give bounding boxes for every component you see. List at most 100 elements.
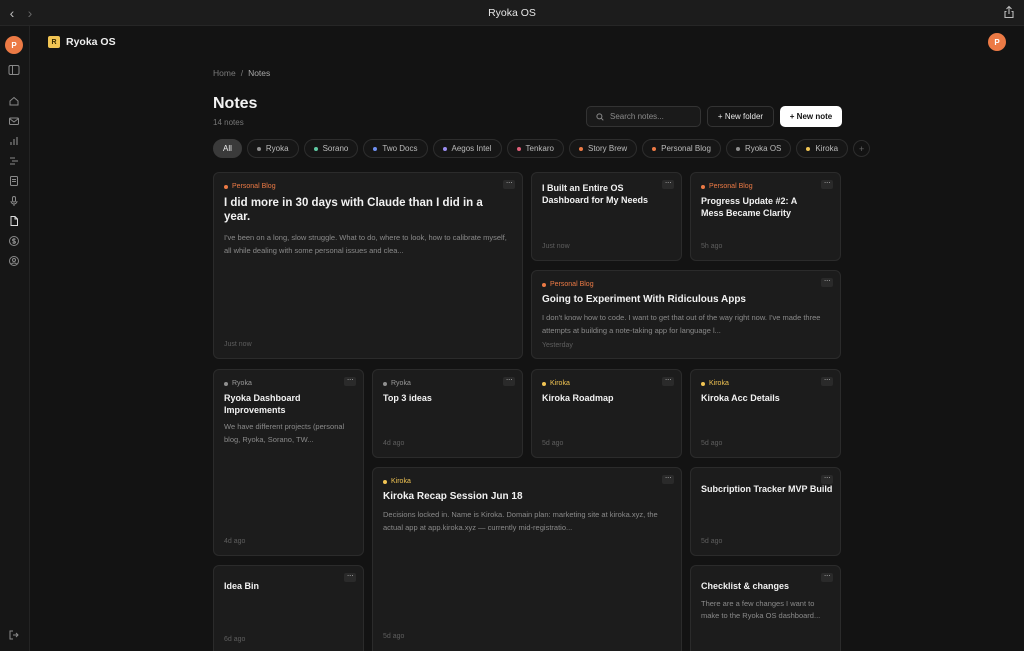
note-card[interactable]: Ryoka Top 3 ideas 4d ago ··· (372, 369, 523, 458)
note-excerpt: I've been on a long, slow struggle. What… (224, 233, 507, 255)
mail-icon[interactable] (8, 115, 20, 127)
note-tag-label: Kiroka (391, 478, 411, 485)
logout-icon[interactable] (8, 629, 20, 641)
note-card[interactable]: Personal Blog I did more in 30 days with… (213, 172, 523, 359)
note-excerpt: There are a few changes I want to make t… (701, 598, 821, 621)
note-menu-icon[interactable]: ··· (344, 376, 356, 386)
note-card[interactable]: Checklist & changes There are a few chan… (690, 565, 841, 651)
filter-dot (442, 146, 447, 151)
tag-dot (542, 381, 546, 386)
note-card[interactable]: Kiroka Kiroka Roadmap 5d ago ··· (531, 369, 682, 458)
share-icon[interactable] (1002, 5, 1016, 19)
note-menu-icon[interactable]: ··· (503, 376, 515, 386)
rail-avatar[interactable]: P (5, 36, 23, 54)
sidebar-toggle-icon[interactable] (8, 64, 20, 76)
filter-tenkaro[interactable]: Tenkaro (506, 139, 564, 158)
note-count: 14 notes (213, 118, 244, 127)
note-card[interactable]: Idea Bin 6d ago ··· (213, 565, 364, 651)
app-brand[interactable]: R Ryoka OS (48, 36, 116, 48)
note-menu-icon[interactable]: ··· (821, 572, 833, 582)
note-tag-label: Ryoka (391, 380, 411, 387)
note-time: 4d ago (383, 440, 405, 447)
filter-label: Ryoka OS (744, 144, 782, 153)
note-menu-icon[interactable]: ··· (821, 474, 833, 484)
search-input[interactable] (610, 112, 690, 121)
add-filter-icon[interactable]: + (853, 140, 871, 157)
note-time: 5d ago (701, 538, 723, 545)
tag-dot (383, 381, 387, 386)
note-excerpt: I don't know how to code. I want to get … (542, 313, 821, 335)
note-tag-label: Kiroka (550, 380, 570, 387)
note-tag-label: Personal Blog (709, 183, 753, 190)
note-menu-icon[interactable]: ··· (662, 376, 674, 386)
filter-label: All (223, 144, 232, 153)
filter-story-brew[interactable]: Story Brew (569, 139, 638, 158)
notes-icon[interactable] (8, 215, 20, 227)
filter-label: Ryoka (265, 144, 289, 153)
home-icon[interactable] (8, 95, 20, 107)
tasks-icon[interactable] (8, 155, 20, 167)
note-menu-icon[interactable]: ··· (821, 179, 833, 189)
note-card[interactable]: Subcription Tracker MVP Build 5d ago ··· (690, 467, 841, 556)
filter-kiroka[interactable]: Kiroka (796, 139, 849, 158)
dollar-icon[interactable] (8, 235, 20, 247)
filter-label: Aegos Intel (451, 144, 492, 153)
note-tag: Kiroka (542, 380, 671, 387)
filter-sorano[interactable]: Sorano (303, 139, 359, 158)
note-menu-icon[interactable]: ··· (344, 572, 356, 582)
microphone-icon[interactable] (8, 195, 20, 207)
page-title: Notes (213, 95, 258, 112)
new-note-button[interactable]: + New note (780, 106, 842, 127)
note-card[interactable]: Personal Blog Going to Experiment With R… (531, 270, 841, 359)
filter-personal-blog[interactable]: Personal Blog (642, 139, 721, 158)
new-folder-button[interactable]: + New folder (707, 106, 774, 127)
note-menu-icon[interactable]: ··· (662, 474, 674, 484)
note-card[interactable]: Kiroka Kiroka Acc Details 5d ago ··· (690, 369, 841, 458)
note-title: Kiroka Acc Details (701, 393, 780, 403)
note-tag-label: Personal Blog (232, 183, 276, 190)
search-icon (596, 112, 604, 121)
filter-dot (652, 146, 657, 151)
filter-label: Kiroka (815, 144, 839, 153)
note-title: Ryoka Dashboard Improvements (224, 393, 301, 415)
breadcrumb-home[interactable]: Home (213, 68, 236, 78)
filter-label: Personal Blog (661, 144, 711, 153)
tag-dot (224, 381, 228, 386)
note-card[interactable]: Kiroka Kiroka Recap Session Jun 18 Decis… (372, 467, 682, 651)
filter-ryoka-os[interactable]: Ryoka OS (725, 139, 792, 158)
note-menu-icon[interactable]: ··· (662, 179, 674, 189)
profile-icon[interactable] (8, 255, 20, 267)
note-card[interactable]: Personal Blog Progress Update #2: A Mess… (690, 172, 841, 261)
search-box[interactable] (586, 106, 701, 127)
window-title: Ryoka OS (488, 7, 536, 19)
tag-dot (542, 282, 546, 287)
chart-icon[interactable] (8, 135, 20, 147)
document-icon[interactable] (8, 175, 20, 187)
filter-aegos-intel[interactable]: Aegos Intel (432, 139, 502, 158)
note-title: Top 3 ideas (383, 393, 432, 403)
note-title: Going to Experiment With Ridiculous Apps (542, 294, 746, 305)
breadcrumb-separator: / (240, 68, 244, 78)
window-titlebar: ‹ › Ryoka OS (0, 0, 1024, 26)
note-tag-label: Personal Blog (550, 281, 594, 288)
note-time: Just now (224, 341, 252, 348)
note-time: 5d ago (701, 440, 723, 447)
note-card[interactable]: I Built an Entire OS Dashboard for My Ne… (531, 172, 682, 261)
tag-dot (383, 479, 387, 484)
app-logo: R (48, 36, 60, 48)
note-card[interactable]: Ryoka Ryoka Dashboard Improvements We ha… (213, 369, 364, 556)
filter-two-docs[interactable]: Two Docs (363, 139, 428, 158)
breadcrumb-current: Notes (248, 68, 271, 78)
note-menu-icon[interactable]: ··· (821, 376, 833, 386)
note-title: Progress Update #2: A Mess Became Clarit… (701, 196, 797, 218)
tag-dot (224, 184, 228, 189)
note-menu-icon[interactable]: ··· (821, 277, 833, 287)
note-tag: Personal Blog (224, 183, 512, 190)
filter-all[interactable]: All (213, 139, 242, 158)
note-tag: Personal Blog (701, 183, 830, 190)
filter-ryoka[interactable]: Ryoka (246, 139, 299, 158)
note-menu-icon[interactable]: ··· (503, 179, 515, 189)
project-filters: All Ryoka Sorano Two Docs Aegos Intel Te… (213, 139, 871, 158)
filter-dot (806, 146, 811, 151)
user-avatar[interactable]: P (988, 33, 1006, 51)
